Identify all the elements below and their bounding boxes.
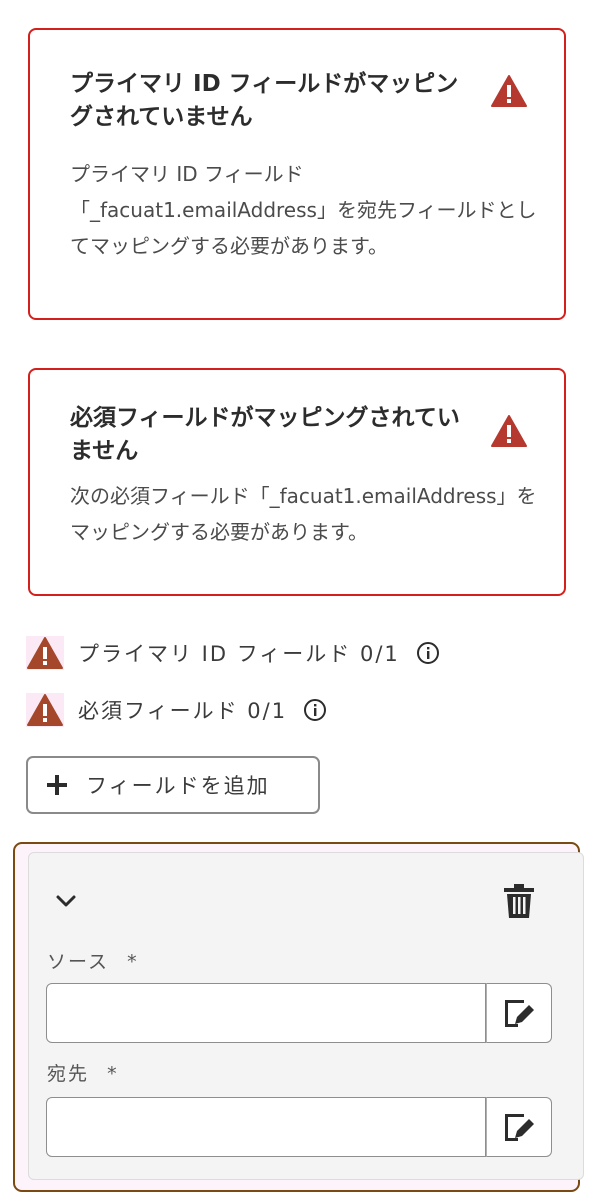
source-input[interactable] — [46, 983, 486, 1043]
alert-title: 必須フィールドがマッピングされていません — [70, 405, 460, 464]
alert-title: プライマリ ID フィールドがマッピングされていません — [70, 71, 459, 130]
required-asterisk: * — [127, 951, 139, 973]
mapping-card: ソース * 宛先 * — [13, 842, 584, 1192]
plus-icon — [47, 775, 67, 795]
alert-icon — [491, 415, 527, 447]
required-field-status: 必須フィールド 0/1 — [26, 693, 327, 727]
primary-id-alert: プライマリ ID フィールドがマッピングされていません プライマリ ID フィー… — [28, 28, 566, 320]
alert-icon — [26, 693, 64, 727]
edit-icon — [505, 1114, 534, 1141]
info-icon[interactable] — [303, 698, 327, 722]
required-asterisk: * — [107, 1063, 119, 1085]
primary-id-status-label: プライマリ ID フィールド 0/1 — [78, 642, 400, 666]
trash-icon[interactable] — [503, 883, 535, 919]
alert-icon — [491, 75, 527, 107]
edit-icon — [505, 1000, 534, 1027]
required-field-status-label: 必須フィールド 0/1 — [78, 699, 288, 723]
alert-icon — [26, 636, 64, 670]
alert-body: プライマリ ID フィールド「_facuat1.emailAddress」を宛先… — [70, 162, 537, 258]
primary-id-status: プライマリ ID フィールド 0/1 — [26, 636, 440, 670]
mapping-card-body: ソース * 宛先 * — [28, 852, 584, 1180]
required-field-alert: 必須フィールドがマッピングされていません 次の必須フィールド「_facuat1.… — [28, 368, 566, 596]
destination-label: 宛先 * — [47, 1063, 119, 1085]
alert-body: 次の必須フィールド「_facuat1.emailAddress」をマッピングする… — [70, 484, 537, 544]
source-label: ソース * — [47, 951, 139, 973]
info-icon[interactable] — [416, 641, 440, 665]
chevron-down-icon[interactable] — [55, 893, 77, 909]
add-field-label: フィールドを追加 — [86, 774, 270, 798]
destination-edit-button[interactable] — [486, 1097, 552, 1157]
destination-input[interactable] — [46, 1097, 486, 1157]
source-edit-button[interactable] — [486, 983, 552, 1043]
add-field-button[interactable]: フィールドを追加 — [26, 756, 320, 814]
